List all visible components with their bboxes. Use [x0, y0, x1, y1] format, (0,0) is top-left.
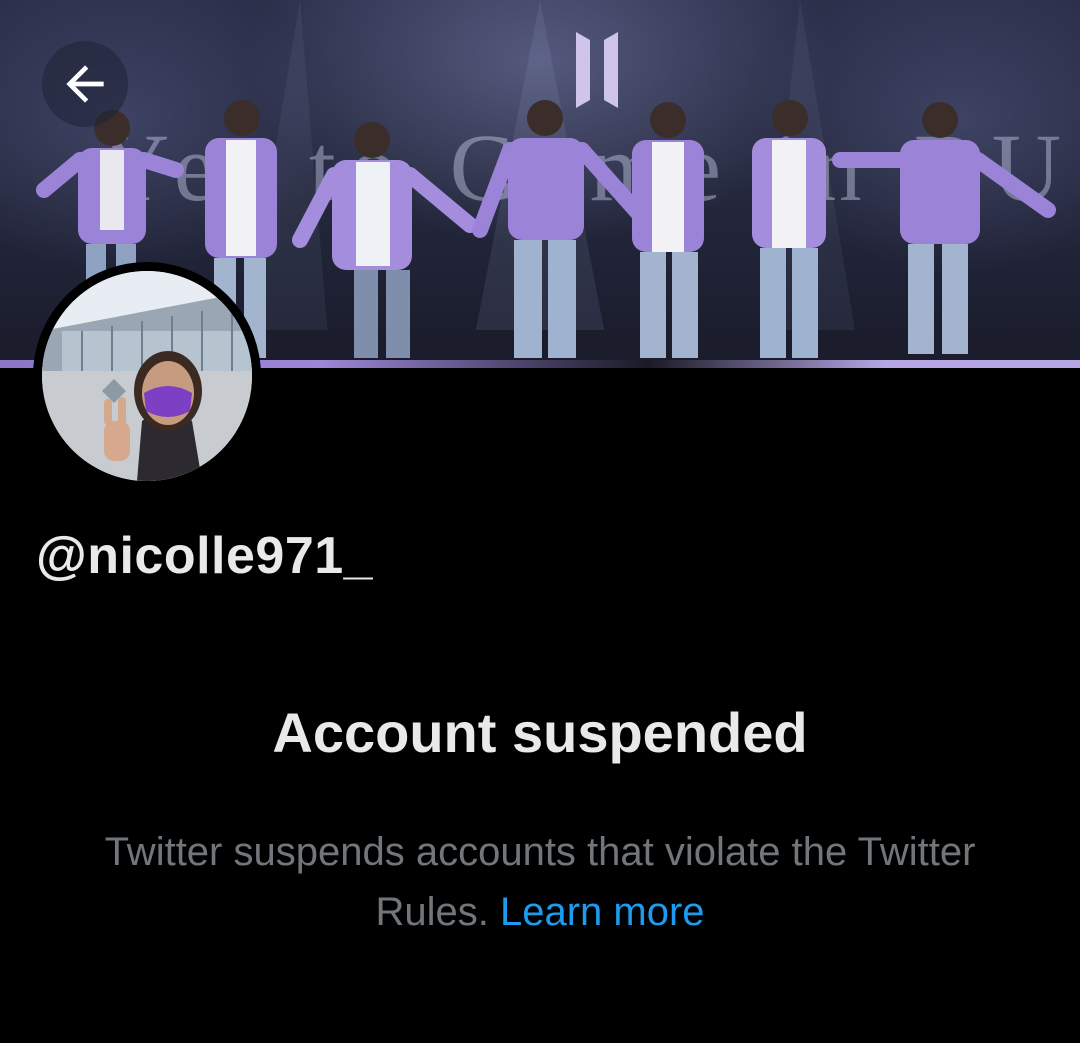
group-logo [576, 32, 618, 108]
profile-page: Yet to Come in BUSAN [0, 0, 1080, 1043]
suspended-description: Twitter suspends accounts that violate t… [90, 822, 990, 942]
avatar[interactable] [33, 262, 261, 490]
suspended-title: Account suspended [272, 701, 808, 764]
profile-handle: @nicolle971_ [36, 527, 374, 585]
back-button[interactable] [42, 41, 128, 127]
learn-more-link[interactable]: Learn more [500, 890, 705, 934]
arrow-left-icon [66, 65, 104, 103]
avatar-photo [42, 271, 252, 481]
